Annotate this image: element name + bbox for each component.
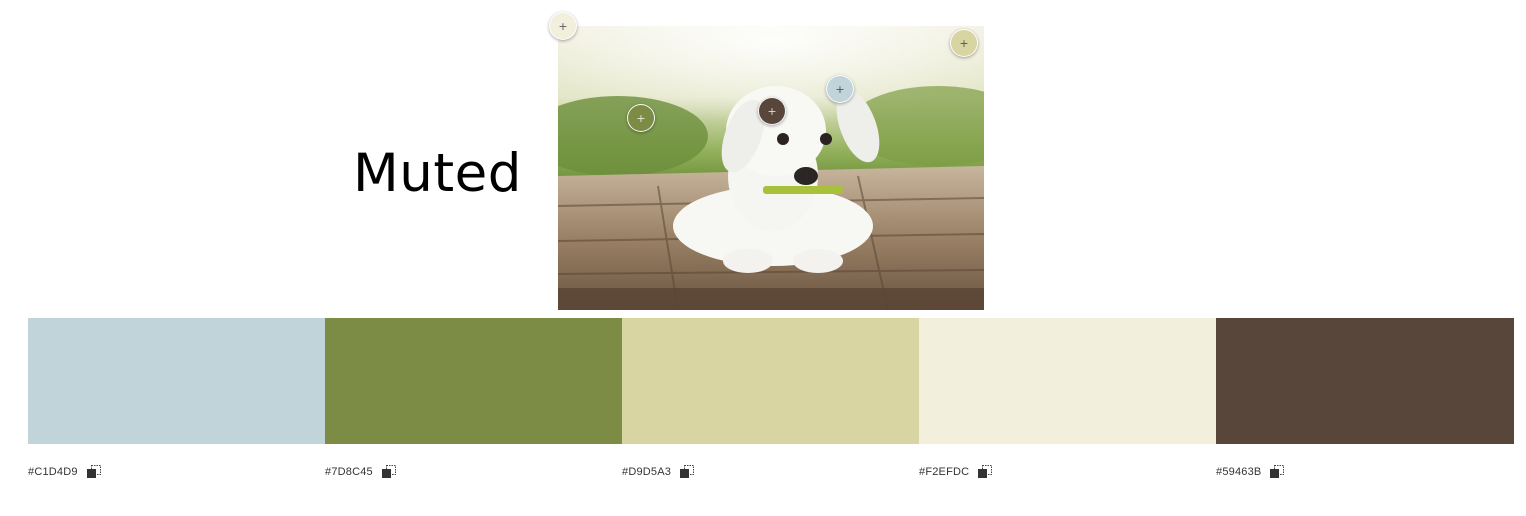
swatch-5[interactable] <box>1216 318 1514 444</box>
color-palette <box>28 318 1514 444</box>
swatch-1[interactable] <box>28 318 325 444</box>
swatch-2[interactable] <box>325 318 622 444</box>
hex-code-text: #D9D5A3 <box>622 466 672 478</box>
hex-code-text: #7D8C45 <box>325 466 373 478</box>
copy-icon[interactable] <box>381 465 396 479</box>
copy-icon[interactable] <box>86 465 101 479</box>
hex-code-text: #C1D4D9 <box>28 466 78 478</box>
hex-code-item: #F2EFDC <box>919 462 1216 482</box>
plus-icon: + <box>835 82 845 96</box>
plus-icon: + <box>767 104 777 118</box>
puppy-photo-artwork <box>558 26 984 310</box>
hex-code-text: #59463B <box>1216 466 1262 478</box>
swatch-3[interactable] <box>622 318 919 444</box>
copy-icon[interactable] <box>1270 465 1285 479</box>
hex-code-item: #59463B <box>1216 462 1513 482</box>
swatch-4[interactable] <box>919 318 1216 444</box>
color-picker-handle[interactable]: + <box>758 97 786 125</box>
color-picker-handle[interactable]: + <box>549 12 577 40</box>
copy-icon[interactable] <box>978 465 993 479</box>
puppy-photo <box>558 26 984 310</box>
hex-code-item: #C1D4D9 <box>28 462 325 482</box>
theme-title: Muted <box>353 143 522 204</box>
color-picker-handle[interactable]: + <box>627 104 655 132</box>
hex-code-text: #F2EFDC <box>919 466 970 478</box>
hex-code-item: #7D8C45 <box>325 462 622 482</box>
color-picker-handle[interactable]: + <box>826 75 854 103</box>
color-picker-handle[interactable]: + <box>950 29 978 57</box>
plus-icon: + <box>636 111 646 125</box>
hex-code-row: #C1D4D9 #7D8C45 #D9D5A3 #F2EFDC #59463B <box>28 462 1514 482</box>
plus-icon: + <box>959 36 969 50</box>
copy-icon[interactable] <box>680 465 695 479</box>
plus-icon: + <box>558 19 568 33</box>
hex-code-item: #D9D5A3 <box>622 462 919 482</box>
